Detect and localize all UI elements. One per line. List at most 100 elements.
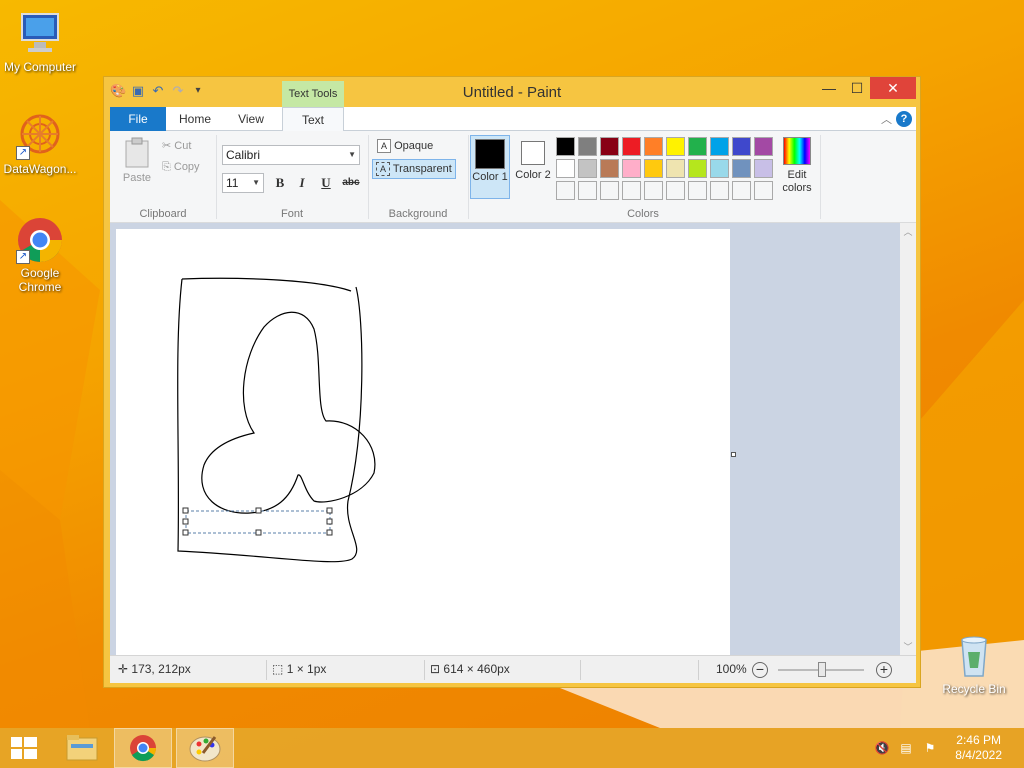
copy-label: Copy — [173, 161, 200, 173]
clock-date: 8/4/2022 — [955, 748, 1002, 762]
paste-button[interactable]: Paste — [118, 137, 156, 189]
palette-swatch[interactable] — [732, 159, 751, 178]
palette-swatch[interactable] — [754, 137, 773, 156]
collapse-ribbon-icon[interactable]: ︿ — [881, 111, 892, 127]
font-family-value: Calibri — [226, 148, 261, 162]
palette-swatch[interactable] — [600, 181, 619, 200]
palette-swatch[interactable] — [622, 159, 641, 178]
zoom-in-button[interactable]: + — [876, 662, 892, 678]
tab-text[interactable]: Text — [282, 107, 344, 132]
palette-swatch[interactable] — [622, 181, 641, 200]
separator — [468, 135, 469, 219]
font-size-combo[interactable]: 11 ▼ — [222, 173, 264, 193]
transparent-button[interactable]: A Transparent — [372, 159, 456, 179]
desktop-icon-recycle-bin[interactable]: Recycle Bin — [934, 632, 1014, 696]
edit-colors-button[interactable]: Edit colors — [778, 137, 816, 199]
palette-swatch[interactable] — [688, 181, 707, 200]
desktop-icon-my-computer[interactable]: My Computer — [0, 10, 80, 74]
taskbar-google-chrome[interactable] — [114, 728, 172, 768]
canvas-resize-handle[interactable] — [731, 452, 736, 457]
opaque-label: Opaque — [394, 140, 434, 152]
palette-swatch[interactable] — [622, 137, 641, 156]
palette-swatch[interactable] — [754, 159, 773, 178]
color2-label: Color 2 — [515, 169, 551, 181]
palette-swatch[interactable] — [710, 137, 729, 156]
color1-button[interactable]: Color 1 — [470, 135, 510, 199]
desktop-icon-datawagon[interactable]: ↗ DataWagon... — [0, 112, 80, 176]
status-bar: ✛ 173, 212px ⬚ 1 × 1px ⊡ 614 × 460px 100… — [110, 655, 916, 683]
separator — [580, 660, 581, 680]
scroll-down-icon[interactable]: ﹀ — [900, 640, 916, 653]
palette-swatch[interactable] — [666, 181, 685, 200]
maximize-button[interactable]: ☐ — [842, 77, 872, 99]
palette-swatch[interactable] — [666, 137, 685, 156]
font-family-combo[interactable]: Calibri ▼ — [222, 145, 360, 165]
palette-swatch[interactable] — [710, 159, 729, 178]
selection-size: ⬚ 1 × 1px — [272, 662, 326, 676]
scroll-up-icon[interactable]: ︿ — [900, 225, 916, 238]
copy-button[interactable]: ⎘ Copy — [162, 161, 200, 174]
chrome-icon — [130, 735, 156, 762]
palette-swatch[interactable] — [732, 137, 751, 156]
palette-swatch[interactable] — [644, 181, 663, 200]
cut-button[interactable]: ✂ Cut — [162, 139, 191, 152]
palette-swatch[interactable] — [688, 159, 707, 178]
palette-swatch[interactable] — [666, 159, 685, 178]
palette-swatch[interactable] — [732, 181, 751, 200]
taskbar-paint[interactable] — [176, 728, 234, 768]
separator — [266, 660, 267, 680]
datawagon-icon: ↗ — [16, 112, 64, 160]
palette-swatch[interactable] — [710, 181, 729, 200]
palette-swatch[interactable] — [644, 137, 663, 156]
cut-label: Cut — [174, 140, 192, 152]
palette-swatch[interactable] — [754, 181, 773, 200]
chevron-down-icon: ▼ — [348, 150, 356, 159]
color2-button[interactable]: Color 2 — [514, 135, 552, 199]
separator — [216, 135, 217, 219]
help-icon[interactable]: ? — [896, 111, 912, 127]
underline-button[interactable]: U — [316, 173, 336, 193]
desktop-icon-label: Recycle Bin — [942, 682, 1006, 696]
tab-home[interactable]: Home — [170, 107, 220, 131]
desktop-icon-label: DataWagon... — [3, 162, 77, 176]
taskbar-file-explorer[interactable] — [54, 728, 112, 768]
tab-view[interactable]: View — [226, 107, 276, 131]
palette-swatch[interactable] — [556, 181, 575, 200]
palette-swatch[interactable] — [600, 159, 619, 178]
chevron-down-icon: ▼ — [252, 178, 260, 187]
network-icon[interactable]: ▤ — [898, 740, 914, 756]
tab-file[interactable]: File — [110, 107, 166, 131]
minimize-button[interactable]: — — [814, 77, 844, 99]
drawing-canvas[interactable] — [116, 229, 730, 657]
palette-swatch[interactable] — [688, 137, 707, 156]
vertical-scrollbar[interactable]: ︿ ﹀ — [900, 223, 916, 655]
start-button[interactable] — [0, 728, 48, 768]
title-bar[interactable]: 🎨 ▣ ↶ ↷ ▾ Text Tools Untitled - Paint — … — [104, 77, 920, 107]
system-clock[interactable]: 2:46 PM 8/4/2022 — [955, 733, 1002, 763]
zoom-out-button[interactable]: − — [752, 662, 768, 678]
strikethrough-button[interactable]: abc — [340, 173, 362, 193]
paint-palette-icon — [189, 736, 221, 762]
ribbon: Paste ✂ Cut ⎘ Copy Clipboard Calibri ▼ 1… — [110, 131, 916, 223]
action-center-icon[interactable]: ⚑ — [922, 740, 938, 756]
zoom-slider-thumb[interactable] — [818, 662, 826, 677]
desktop-icon-google-chrome[interactable]: ↗ Google Chrome — [0, 216, 80, 294]
opaque-icon: A — [377, 139, 391, 154]
paint-window: 🎨 ▣ ↶ ↷ ▾ Text Tools Untitled - Paint — … — [103, 76, 921, 688]
close-button[interactable]: ✕ — [870, 77, 916, 99]
opaque-button[interactable]: A Opaque — [374, 137, 436, 155]
italic-button[interactable]: I — [292, 173, 312, 193]
color1-swatch — [475, 139, 505, 169]
palette-swatch[interactable] — [600, 137, 619, 156]
palette-swatch[interactable] — [578, 181, 597, 200]
palette-swatch[interactable] — [556, 159, 575, 178]
colors-group-label: Colors — [627, 208, 659, 220]
bold-button[interactable]: B — [270, 173, 290, 193]
volume-muted-icon[interactable]: 🔇 — [874, 740, 890, 756]
copy-icon: ⎘ — [162, 161, 171, 173]
palette-swatch[interactable] — [578, 159, 597, 178]
palette-swatch[interactable] — [644, 159, 663, 178]
palette-swatch[interactable] — [556, 137, 575, 156]
palette-swatch[interactable] — [578, 137, 597, 156]
drawing — [177, 277, 376, 563]
